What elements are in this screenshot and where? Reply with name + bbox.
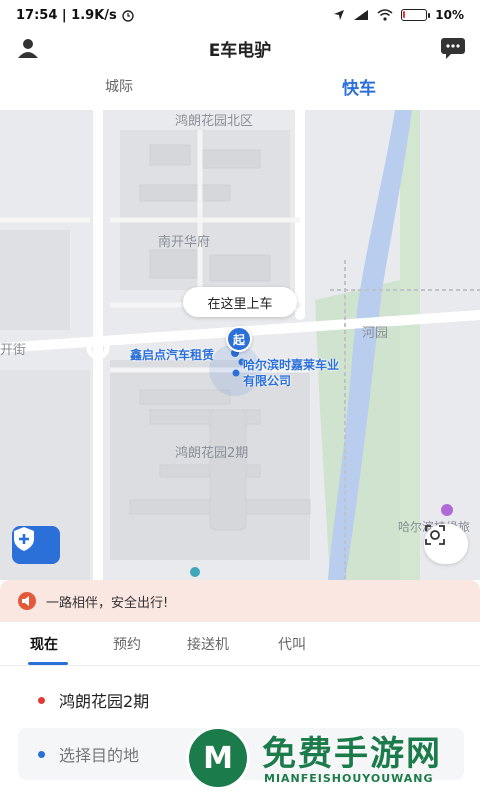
map-label-river-park: 河园 — [362, 326, 389, 341]
map-label-street: 开街 — [0, 343, 27, 358]
tab-airport-transfer[interactable]: 接送机 — [187, 634, 229, 654]
pickup-location-row[interactable]: 鸿朗花园2期 — [0, 678, 480, 722]
safety-notice: 一路相伴，安全出行! — [0, 580, 480, 622]
app-screen: 17:54 | 1.9K/s 10% E车电驴 城际 快车 鸿朗花园北区 南开华… — [0, 0, 480, 800]
pickup-bubble[interactable]: 在这里上车 — [183, 287, 297, 317]
pickup-location-text: 鸿朗花园2期 — [59, 692, 150, 711]
destination-dot-icon — [38, 750, 45, 758]
map-view[interactable]: 鸿朗花园北区 南开华府 河园 开街 鸿朗花园2期 哈尔滨桂缘旅 鑫启点汽车租赁 … — [0, 110, 480, 580]
service-tabs: 现在 预约 接送机 代叫 — [0, 622, 480, 666]
mode-tabs: 城际 快车 — [0, 66, 480, 110]
app-header: E车电驴 — [0, 30, 480, 66]
map-label-phase2: 鸿朗花园2期 — [175, 446, 249, 461]
tab-now[interactable]: 现在 — [30, 634, 58, 654]
alarm-icon — [122, 10, 134, 22]
notice-text: 一路相伴，安全出行! — [46, 595, 169, 611]
tab-express[interactable]: 快车 — [342, 74, 376, 99]
poi-car-company-line2[interactable]: 有限公司 — [243, 373, 291, 389]
location-arrow-icon — [334, 10, 345, 20]
watermark-logo-letter: M — [203, 740, 233, 776]
site-watermark: M 免费手游网 MIANFEISHOUYOUWANG — [180, 720, 480, 800]
message-icon[interactable] — [440, 36, 466, 60]
map-label-north-district: 鸿朗花园北区 — [175, 114, 254, 129]
status-time-speed: 17:54 | 1.9K/s — [16, 7, 117, 23]
start-pin-label: 起 — [232, 332, 245, 347]
watermark-title: 免费手游网 — [262, 734, 442, 774]
locate-target-icon — [425, 525, 445, 545]
speaker-icon — [18, 592, 36, 610]
tab-intercity[interactable]: 城际 — [105, 76, 133, 96]
map-label-nankai: 南开华府 — [158, 235, 211, 250]
status-bar: 17:54 | 1.9K/s 10% — [0, 0, 480, 30]
signal-icon — [354, 10, 369, 20]
wifi-icon — [377, 9, 393, 21]
watermark-logo: M — [186, 726, 250, 790]
pickup-bubble-label: 在这里上车 — [207, 296, 273, 312]
safety-shield-button[interactable] — [12, 526, 60, 564]
poi-car-company-line1[interactable]: 哈尔滨时嘉莱车业 — [243, 357, 339, 373]
tab-reserve[interactable]: 预约 — [113, 634, 141, 654]
locate-button[interactable] — [424, 524, 468, 564]
shield-icon — [14, 527, 34, 551]
battery-icon — [401, 9, 431, 21]
poi-car-rental[interactable]: 鑫启点汽车租赁 — [130, 347, 214, 363]
start-pin: 起 — [226, 326, 252, 352]
watermark-subtitle: MIANFEISHOUYOUWANG — [264, 772, 434, 785]
app-title: E车电驴 — [208, 40, 272, 61]
destination-placeholder: 选择目的地 — [59, 746, 140, 765]
active-tab-indicator — [28, 662, 68, 665]
user-profile-icon[interactable] — [16, 36, 40, 60]
battery-percent: 10% — [435, 8, 464, 22]
tab-call-for-others[interactable]: 代叫 — [278, 634, 306, 654]
pickup-dot-icon — [38, 696, 45, 704]
